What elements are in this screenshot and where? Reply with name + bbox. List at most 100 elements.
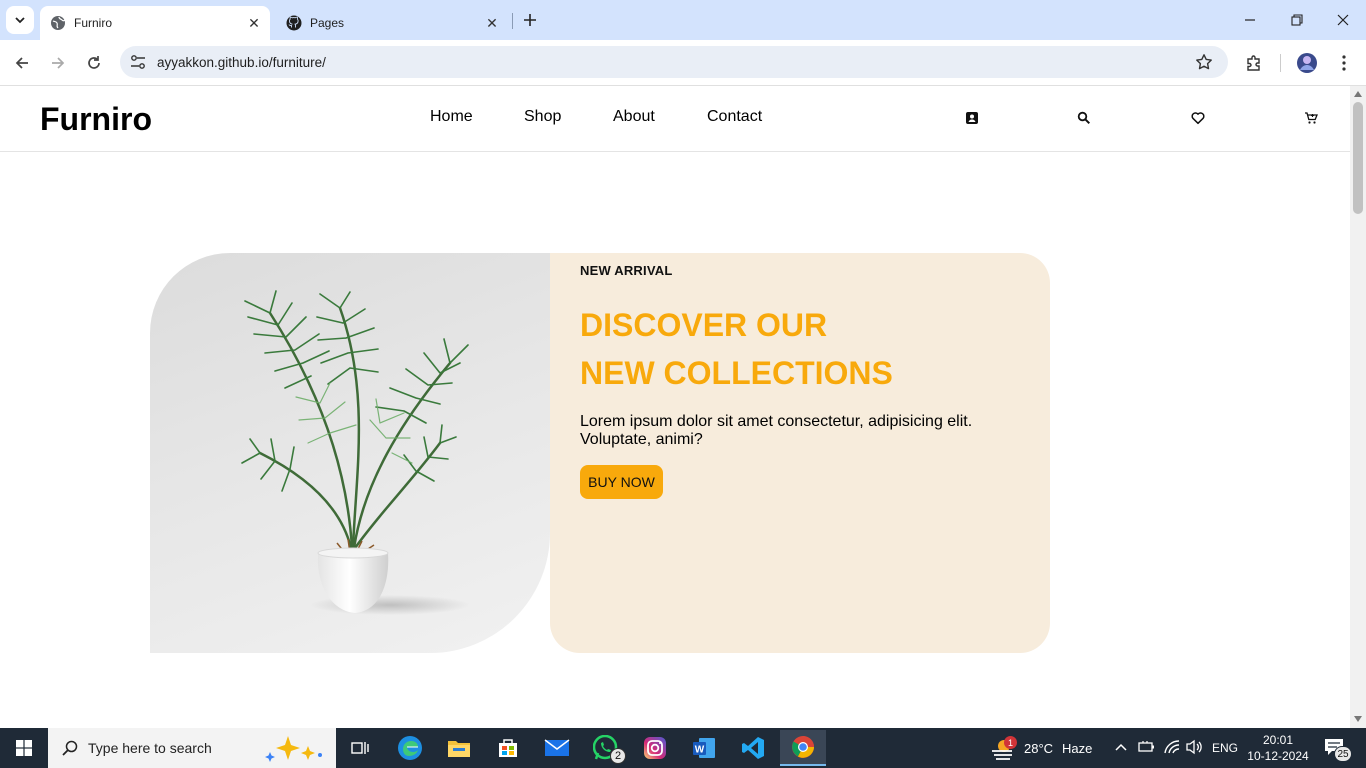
weather-alert-badge: 1 [1004,736,1017,749]
address-bar[interactable]: ayyakkon.github.io/furniture/ [120,46,1228,78]
new-tab-button[interactable] [516,6,544,34]
extensions-button[interactable] [1240,49,1268,77]
tab-divider [512,13,513,29]
show-hidden-icons-button[interactable] [1114,740,1128,759]
chevron-down-icon [15,17,25,24]
tab-title: Furniro [74,16,113,30]
reload-icon [88,56,100,69]
folder-icon [448,741,470,757]
close-window-button[interactable] [1329,6,1357,34]
account-icon[interactable] [962,108,982,128]
close-icon [1337,14,1349,26]
volume-icon[interactable] [1186,739,1204,760]
tab-search-button[interactable] [6,6,34,34]
scroll-down-icon[interactable] [1354,716,1362,722]
taskbar-word[interactable]: W [684,732,724,764]
language-indicator[interactable]: ENG [1212,741,1238,755]
arrow-right-icon [52,57,65,69]
search-icon [62,740,78,756]
task-view-icon [351,742,369,754]
close-tab-icon[interactable]: ✕ [246,15,262,31]
cart-icon[interactable] [1301,108,1321,128]
github-icon [286,15,302,31]
more-vertical-icon [1342,55,1346,71]
puzzle-icon [1247,55,1260,71]
edge-icon [398,736,422,760]
toolbar-divider [1280,54,1281,72]
profile-avatar[interactable] [1293,49,1321,77]
weather-widget[interactable]: 1 28°C Haze [988,728,1098,768]
site-logo[interactable]: Furniro [40,101,152,138]
taskbar-store[interactable] [488,732,528,764]
search-placeholder: Type here to search [88,740,212,756]
globe-icon [50,15,66,31]
windows-logo-icon [16,740,32,756]
minimize-button[interactable] [1236,6,1264,34]
task-view-button[interactable] [340,732,380,764]
url-text: ayyakkon.github.io/furniture/ [157,55,326,70]
windows-taskbar: Type here to search 2 W 1 28°C Haze ENG … [0,728,1366,768]
arrow-left-icon [15,57,28,69]
taskbar-chrome[interactable] [780,730,826,766]
clock-date: 10-12-2024 [1247,749,1309,763]
page-scrollbar[interactable] [1350,86,1366,728]
hero-description: Lorem ipsum dolor sit amet consectetur, … [580,413,973,448]
plus-icon [524,14,536,26]
taskbar-search-box[interactable]: Type here to search [48,728,336,768]
taskbar-mail[interactable] [537,732,577,764]
site-header: Furniro Home Shop About Contact [0,86,1350,152]
nav-home[interactable]: Home [430,108,473,126]
wifi-icon[interactable] [1163,739,1181,760]
tab-pages[interactable]: Pages ✕ [276,6,508,40]
browser-toolbar: ayyakkon.github.io/furniture/ [0,40,1366,86]
search-icon[interactable] [1074,108,1094,128]
scrollbar-thumb[interactable] [1353,102,1363,214]
avatar-icon [1297,53,1317,73]
forward-button[interactable] [44,49,72,77]
vscode-icon [742,737,764,759]
restore-icon [1291,14,1303,26]
start-button[interactable] [4,732,44,764]
browser-menu-button[interactable] [1330,49,1358,77]
browser-tab-bar: Furniro ✕ Pages ✕ [0,0,1366,40]
tab-title: Pages [310,16,345,30]
chrome-icon [792,736,814,758]
hero-card: NEW ARRIVAL DISCOVER OUR NEW COLLECTIONS… [550,253,1050,653]
restore-button[interactable] [1283,6,1311,34]
weather-temperature: 28°C [1024,741,1054,756]
mail-icon [544,739,570,756]
hero-plant-image [150,253,550,653]
taskbar-whatsapp[interactable]: 2 [586,732,626,764]
word-icon: W [693,738,715,758]
web-page: Furniro Home Shop About Contact NEW ARRI… [0,86,1350,728]
site-info-icon[interactable] [129,54,147,70]
scroll-up-icon[interactable] [1354,91,1362,97]
nav-about[interactable]: About [613,108,655,126]
copilot-sparkle-icon [265,736,322,762]
taskbar-instagram[interactable] [635,732,675,764]
notification-count: 25 [1334,746,1352,762]
weather-description: Haze [1062,741,1093,756]
battery-icon[interactable] [1138,740,1156,759]
svg-text:W: W [695,745,705,756]
back-button[interactable] [8,49,36,77]
notification-center-button[interactable]: 25 [1322,736,1352,762]
heart-icon[interactable] [1188,108,1208,128]
taskbar-edge[interactable] [390,732,430,764]
taskbar-vscode[interactable] [733,732,773,764]
hero-tagline: NEW ARRIVAL [580,263,673,278]
instagram-icon [644,737,666,759]
buy-now-button[interactable]: BUY NOW [580,465,663,499]
hero-headline-line2: NEW COLLECTIONS [580,355,893,391]
hero-headline: DISCOVER OUR NEW COLLECTIONS [580,301,893,397]
reload-button[interactable] [80,49,108,77]
close-tab-icon[interactable]: ✕ [484,15,500,31]
nav-contact[interactable]: Contact [707,108,762,126]
bookmark-star-icon[interactable] [1195,53,1213,71]
clock[interactable]: 20:01 10-12-2024 [1246,732,1310,766]
taskbar-file-explorer[interactable] [439,732,479,764]
tab-furniro[interactable]: Furniro ✕ [40,6,270,40]
nav-shop[interactable]: Shop [524,108,561,126]
clock-time: 20:01 [1262,733,1294,747]
hero-headline-line1: DISCOVER OUR [580,307,828,343]
